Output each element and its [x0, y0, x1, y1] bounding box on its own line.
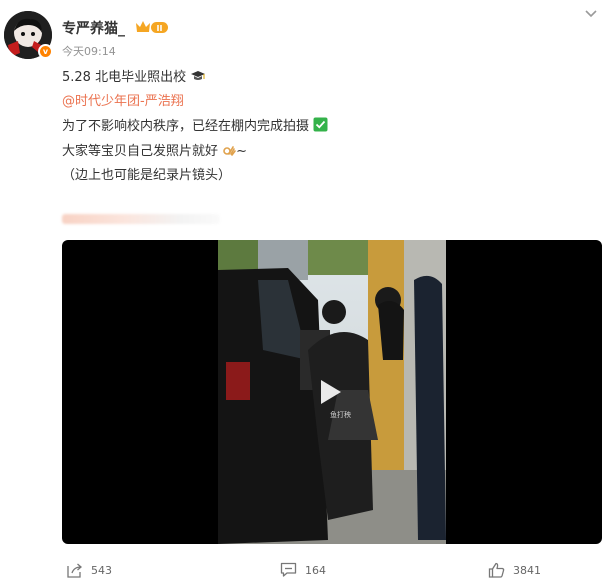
comment-button[interactable]: 164 — [280, 562, 326, 578]
comment-icon — [280, 562, 297, 577]
post-line-5: （边上也可能是纪录片镜头） — [62, 168, 232, 183]
verified-badge: v — [38, 44, 53, 59]
video-player[interactable]: 鱼打秧 — [62, 240, 602, 544]
chevron-down-icon[interactable] — [584, 6, 598, 20]
ok-hand-icon — [223, 146, 236, 156]
vip-level: II — [157, 24, 163, 33]
play-icon[interactable] — [313, 376, 345, 408]
like-button[interactable]: 3841 — [488, 562, 541, 578]
share-icon — [67, 563, 82, 578]
post-tilde: ~ — [236, 144, 248, 159]
thumbs-up-icon — [488, 562, 505, 578]
check-mark-icon — [313, 117, 328, 132]
share-count: 543 — [91, 563, 112, 577]
post-text: 大家等宝贝自己发照片就好 — [62, 144, 219, 159]
vip-crown-icon: II — [136, 21, 168, 33]
video-watermark: 鱼打秧 — [330, 411, 351, 419]
post-text: 为了不影响校内秩序，已经在棚内完成拍摄 — [62, 119, 310, 134]
blurred-text — [62, 214, 220, 224]
mention-link[interactable]: @时代少年团-严浩翔 — [62, 90, 184, 109]
graduation-cap-icon — [191, 71, 206, 80]
post-time: 今天09:14 — [62, 45, 116, 58]
post-text: 5.28 北电毕业照出校 — [62, 70, 187, 85]
username[interactable]: 专严养猫_ — [62, 18, 125, 38]
like-count: 3841 — [513, 563, 541, 577]
post-line-3: 为了不影响校内秩序，已经在棚内完成拍摄 — [62, 115, 328, 134]
share-button[interactable]: 543 — [66, 562, 112, 578]
comment-count: 164 — [305, 563, 326, 577]
post-line-1: 5.28 北电毕业照出校 — [62, 66, 206, 85]
post-line-4: 大家等宝贝自己发照片就好 ~ — [62, 140, 247, 159]
